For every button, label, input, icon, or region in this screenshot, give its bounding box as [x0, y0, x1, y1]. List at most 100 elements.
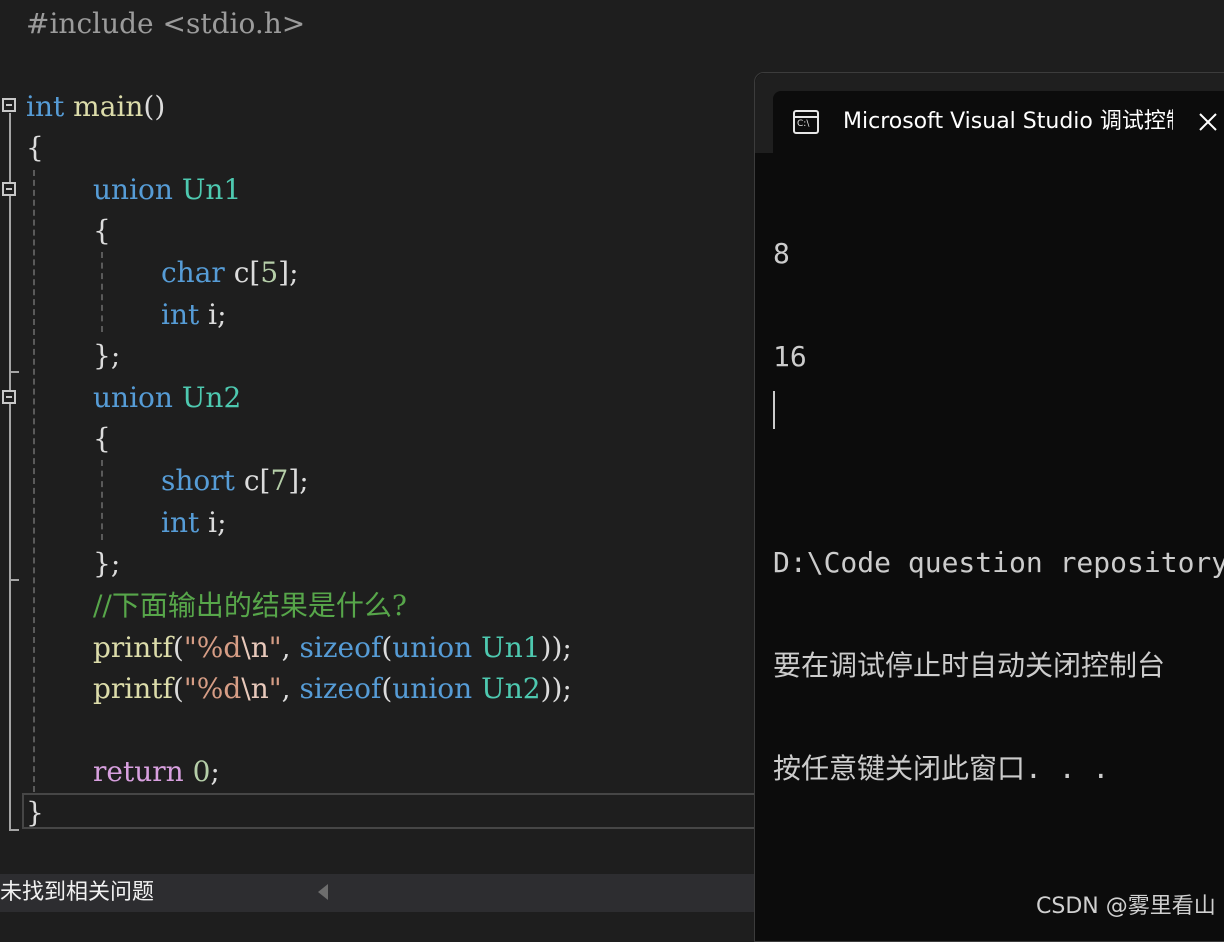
keyword-char: char: [161, 256, 225, 289]
error-status-bar: 未找到相关问题: [0, 874, 760, 912]
code-line-int-i-2[interactable]: int i;: [161, 502, 227, 544]
code-line-short-c[interactable]: short c[7];: [161, 460, 309, 502]
csdn-watermark: CSDN @雾里看山: [1036, 894, 1216, 919]
code-line-un2-open[interactable]: {: [93, 418, 111, 460]
keyword-union: union: [93, 173, 173, 206]
keyword-int: int: [161, 298, 200, 331]
brace-close-semi: };: [93, 547, 121, 580]
brace-open: {: [26, 131, 44, 164]
code-line-union-un1[interactable]: union Un1: [93, 169, 241, 211]
bracket-close: ]: [278, 256, 290, 289]
semicolon: ;: [289, 256, 299, 289]
keyword-int: int: [161, 506, 200, 539]
close-icon[interactable]: [1197, 111, 1219, 133]
string-quote-close: ": [268, 672, 282, 705]
code-line-printf-un2[interactable]: printf("%d\n", sizeof(union Un2));: [93, 668, 572, 710]
keyword-union: union: [93, 381, 173, 414]
debug-console-window[interactable]: C:\ Microsoft Visual Studio 调试控制台 8 16 D…: [754, 72, 1224, 942]
escape-newline: \n: [241, 631, 269, 664]
code-line-main-close[interactable]: }: [26, 792, 44, 834]
indent-guide-un1: [101, 252, 103, 332]
fold-toggle-un2[interactable]: [2, 390, 16, 404]
paren-open: (: [381, 672, 393, 705]
format-specifier: %d: [196, 672, 242, 705]
console-app-icon: C:\: [793, 110, 819, 134]
paren-open: (: [381, 631, 393, 664]
console-tab[interactable]: C:\ Microsoft Visual Studio 调试控制台: [773, 91, 1224, 153]
var-c: c: [243, 464, 260, 497]
keyword-return: return: [93, 755, 184, 788]
console-output-line: 8: [773, 237, 790, 270]
type-un2: Un2: [181, 381, 242, 414]
fold-end-un2: [9, 579, 19, 581]
close-call: ));: [540, 672, 572, 705]
function-printf: printf: [93, 672, 173, 705]
fold-line-un2: [9, 404, 11, 580]
paren-open: (: [172, 631, 184, 664]
type-un1: Un1: [181, 173, 242, 206]
console-titlebar[interactable]: C:\ Microsoft Visual Studio 调试控制台: [755, 73, 1224, 153]
var-c: c: [233, 256, 250, 289]
semicolon: ;: [217, 298, 227, 331]
editor-bottom-strip: [0, 912, 760, 928]
paren-open: (: [172, 672, 184, 705]
bracket-open: [: [259, 464, 271, 497]
console-icon-label: C:\: [797, 119, 810, 129]
number-0: 0: [192, 755, 211, 788]
code-line-char-c[interactable]: char c[5];: [161, 252, 299, 294]
code-line-un2-close[interactable]: };: [93, 543, 120, 585]
code-line-comment[interactable]: //下面输出的结果是什么?: [93, 585, 407, 627]
fold-end-un1: [9, 371, 19, 373]
number-7: 7: [270, 464, 289, 497]
code-line-printf-un1[interactable]: printf("%d\n", sizeof(union Un1));: [93, 627, 572, 669]
console-output[interactable]: 8 16 D:\Code question repository 要在调试停止时…: [773, 169, 1224, 853]
var-i: i: [208, 298, 218, 331]
keyword-union: union: [392, 631, 473, 664]
text-cursor: [773, 391, 775, 429]
keyword-sizeof: sizeof: [299, 672, 382, 705]
semicolon: ;: [210, 755, 220, 788]
semicolon: ;: [299, 464, 309, 497]
comment: //下面输出的结果是什么?: [93, 589, 407, 622]
include-directive: #include <stdio.h>: [26, 7, 306, 40]
brace-open: {: [93, 214, 111, 247]
console-output-line: 按任意键关闭此窗口. . .: [773, 752, 1110, 785]
bracket-close: ]: [288, 464, 300, 497]
code-line-union-un2[interactable]: union Un2: [93, 377, 241, 419]
scroll-left-arrow-icon[interactable]: [318, 884, 328, 900]
var-i: i: [208, 506, 218, 539]
fold-line-un1: [9, 196, 11, 372]
escape-newline: \n: [241, 672, 269, 705]
close-call: ));: [540, 631, 572, 664]
indent-guide-un2: [101, 460, 103, 540]
issues-status-text: 未找到相关问题: [0, 880, 155, 905]
indent-guide-main: [33, 170, 35, 792]
brace-open: {: [93, 422, 111, 455]
keyword-sizeof: sizeof: [299, 631, 382, 664]
console-window-title: Microsoft Visual Studio 调试控制台: [843, 109, 1173, 134]
format-specifier: %d: [196, 631, 242, 664]
code-line-int-i-1[interactable]: int i;: [161, 294, 227, 336]
string-quote-open: ": [183, 631, 197, 664]
fold-toggle-un1[interactable]: [2, 182, 16, 196]
code-line-un1-close[interactable]: };: [93, 335, 120, 377]
string-quote-open: ": [183, 672, 197, 705]
keyword-short: short: [161, 464, 235, 497]
semicolon: ;: [217, 506, 227, 539]
current-line-highlight: [22, 793, 762, 829]
code-line-include[interactable]: #include <stdio.h>: [26, 3, 305, 45]
code-line-main-open[interactable]: {: [26, 127, 44, 169]
code-line-un1-open[interactable]: {: [93, 210, 111, 252]
fold-toggle-main[interactable]: [2, 98, 16, 112]
code-line-return[interactable]: return 0;: [93, 751, 220, 793]
keyword-int: int: [26, 90, 65, 123]
console-output-line: 要在调试停止时自动关闭控制台: [773, 649, 1166, 682]
number-5: 5: [260, 256, 279, 289]
brace-close-semi: };: [93, 339, 121, 372]
brace-close: }: [26, 796, 44, 829]
function-main: main: [73, 90, 144, 123]
code-line-main[interactable]: int main(): [26, 86, 165, 128]
fold-end-main: [9, 829, 19, 831]
console-output-line: D:\Code question repository: [773, 546, 1224, 579]
